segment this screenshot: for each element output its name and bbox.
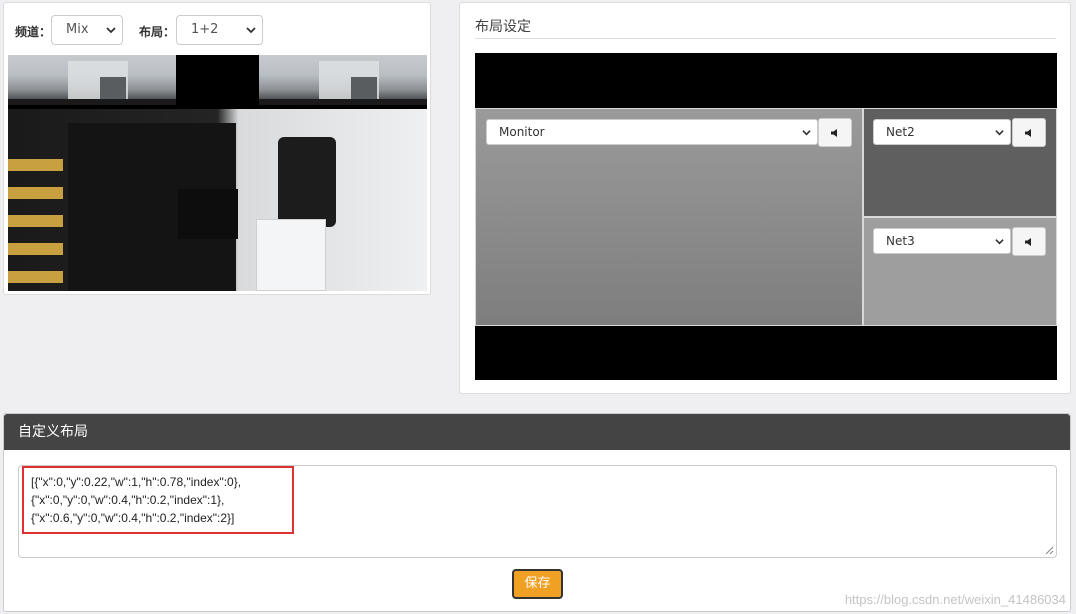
channel-select[interactable]: Mix bbox=[51, 15, 123, 45]
camera-thumbnail-left bbox=[8, 55, 176, 105]
layout-select-value: 1+2 bbox=[191, 22, 219, 37]
chevron-down-icon bbox=[995, 239, 1004, 245]
camera-thumbnail-right bbox=[259, 55, 427, 105]
region-source-value: Monitor bbox=[499, 125, 545, 139]
highlight-box bbox=[22, 466, 294, 534]
region-source-select[interactable]: Net2 bbox=[873, 119, 1011, 145]
watermark-text: https://blog.csdn.net/weixin_41486034 bbox=[844, 592, 1066, 607]
camera-main-view bbox=[8, 109, 427, 291]
volume-toggle-button[interactable] bbox=[1012, 227, 1046, 256]
speaker-icon bbox=[831, 129, 837, 137]
video-preview bbox=[8, 55, 427, 291]
resize-grip-icon[interactable] bbox=[1044, 545, 1054, 555]
layout-region-main: Monitor bbox=[475, 108, 863, 326]
chevron-down-icon bbox=[995, 130, 1004, 136]
custom-layout-panel: 自定义布局 [{"x":0,"y":0.22,"w":1,"h":0.78,"i… bbox=[3, 413, 1071, 612]
preview-panel: 频道： Mix 布局： 1+2 bbox=[3, 2, 431, 295]
chevron-down-icon bbox=[106, 27, 116, 34]
region-source-select[interactable]: Net3 bbox=[873, 228, 1011, 254]
region-source-value: Net2 bbox=[886, 125, 915, 139]
layout-label: 布局： bbox=[139, 25, 176, 39]
region-source-value: Net3 bbox=[886, 234, 915, 248]
volume-toggle-button[interactable] bbox=[818, 118, 852, 147]
title-divider bbox=[475, 38, 1056, 39]
layout-select[interactable]: 1+2 bbox=[176, 15, 263, 45]
volume-toggle-button[interactable] bbox=[1012, 118, 1046, 147]
layout-region-net3: Net3 bbox=[863, 217, 1057, 326]
channel-label: 频道： bbox=[15, 25, 52, 39]
speaker-icon bbox=[1025, 129, 1031, 137]
save-button[interactable]: 保存 bbox=[512, 569, 563, 599]
layout-region-net2: Net2 bbox=[863, 108, 1057, 217]
speaker-icon bbox=[1025, 238, 1031, 246]
layout-canvas: Monitor Net2 Net3 bbox=[475, 53, 1057, 380]
channel-select-value: Mix bbox=[66, 22, 89, 37]
custom-layout-title: 自定义布局 bbox=[4, 414, 1070, 450]
chevron-down-icon bbox=[246, 27, 256, 34]
layout-settings-title: 布局设定 bbox=[475, 19, 531, 35]
layout-settings-panel: 布局设定 Monitor Net2 Net3 bbox=[459, 2, 1071, 394]
region-source-select[interactable]: Monitor bbox=[486, 119, 818, 145]
chevron-down-icon bbox=[802, 130, 811, 136]
